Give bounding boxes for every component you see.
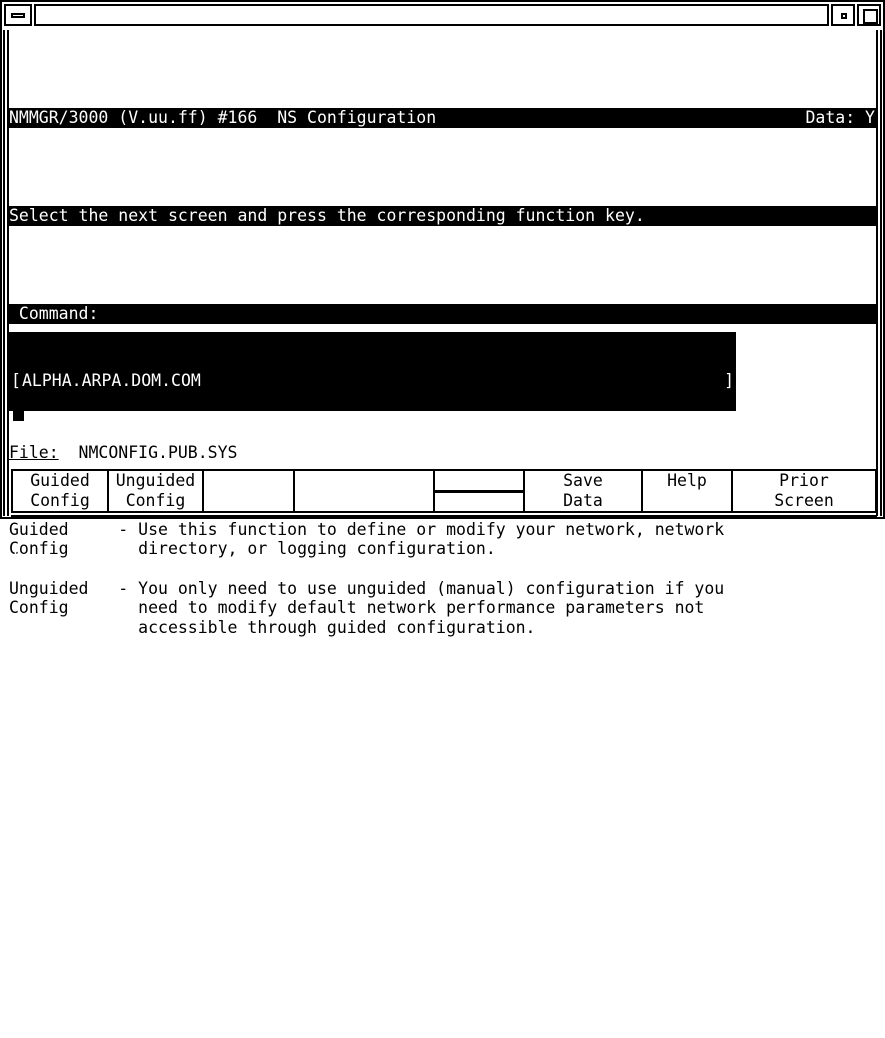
screen-header-data-flag: Data: Y: [805, 108, 875, 128]
help-entry-unguided-line1: Unguided - You only need to use unguided…: [9, 578, 725, 598]
command-prompt-label[interactable]: Command:: [9, 304, 876, 324]
file-value: NMCONFIG.PUB.SYS: [58, 443, 238, 462]
function-key-empty-3[interactable]: [204, 471, 295, 511]
terminal-right-rule: [876, 30, 882, 516]
help-entry-unguided-line3: accessible through guided configuration.: [9, 617, 536, 637]
screen-header: NMMGR/3000 (V.uu.ff) #166 NS Configurati…: [9, 108, 876, 128]
minimize-button[interactable]: [831, 4, 855, 26]
file-line: File: NMCONFIG.PUB.SYS: [9, 443, 237, 463]
function-key-label-line1: Prior: [779, 471, 829, 490]
function-key-label-line2: [295, 491, 433, 511]
function-key-label-line2: Config: [30, 490, 90, 510]
function-key-save-data[interactable]: Save Data: [525, 471, 643, 511]
function-key-label-line1: Help: [667, 471, 707, 490]
terminal-pane: NMMGR/3000 (V.uu.ff) #166 NS Configurati…: [3, 30, 882, 637]
function-key-empty-4[interactable]: [295, 471, 435, 511]
function-key-label-line1: [204, 471, 293, 491]
spacer-row: [9, 990, 876, 1010]
function-key-label-line2: Screen: [774, 490, 834, 510]
window-titlebar: [4, 4, 881, 26]
function-key-label-line2: [643, 491, 731, 511]
help-entry-guided-line1: Guided - Use this function to define or …: [9, 519, 725, 539]
maximize-button[interactable]: [857, 4, 881, 26]
spacer-row: [9, 794, 876, 814]
field-open-bracket: [: [11, 371, 21, 391]
function-key-label-line1: [435, 471, 523, 491]
function-key-unguided-config[interactable]: Unguided Config: [109, 471, 204, 511]
function-key-help[interactable]: Help: [643, 471, 733, 511]
function-key-label-line2: Config: [125, 490, 186, 510]
help-entry-unguided-line2: Config need to modify default network pe…: [9, 598, 705, 618]
terminal-window: NMMGR/3000 (V.uu.ff) #166 NS Configurati…: [0, 0, 885, 637]
function-key-bar: Guided Config Unguided Config Save Data Help …: [11, 469, 877, 513]
function-key-label-line1: [295, 471, 433, 491]
file-label: File:: [9, 443, 59, 462]
function-key-empty-5[interactable]: [435, 471, 525, 511]
field-close-bracket: ]: [724, 547, 734, 567]
small-square-icon: [841, 13, 847, 19]
field-open-bracket: [: [11, 547, 21, 567]
window-title-text: [34, 4, 829, 26]
maximize-square-icon: [863, 9, 878, 24]
domain-name-field[interactable]: [ ALPHA.ARPA.DOM.COM ] [ ] [ ] [ ]: [9, 332, 736, 567]
function-key-divider: [435, 490, 523, 493]
window-menu-button[interactable]: [4, 4, 32, 26]
function-key-label-line1: Guided: [30, 471, 90, 490]
function-key-label-line1: Unguided: [115, 471, 196, 490]
screen-instruction: Select the next screen and press the cor…: [9, 206, 876, 226]
field-close-bracket: ]: [724, 429, 734, 449]
field-close-bracket: ]: [724, 371, 734, 391]
function-key-label-line1: Save: [563, 471, 603, 490]
function-key-label-line2: [435, 491, 523, 511]
function-key-bar-underline: [11, 515, 877, 518]
domain-name-field-row-1[interactable]: [ ALPHA.ARPA.DOM.COM ]: [9, 371, 736, 391]
screen-header-title: NMMGR/3000 (V.uu.ff) #166 NS Configurati…: [9, 108, 437, 128]
domain-name-field-row-4[interactable]: [ ]: [9, 548, 736, 568]
domain-name-value[interactable]: ALPHA.ARPA.DOM.COM: [22, 371, 201, 391]
function-key-guided-config[interactable]: Guided Config: [13, 471, 109, 511]
function-key-label-line2: [204, 491, 293, 511]
minimize-bar-icon: [11, 13, 25, 18]
function-key-prior-screen[interactable]: Prior Screen: [733, 471, 875, 511]
function-key-label-line2: Data: [563, 490, 603, 510]
